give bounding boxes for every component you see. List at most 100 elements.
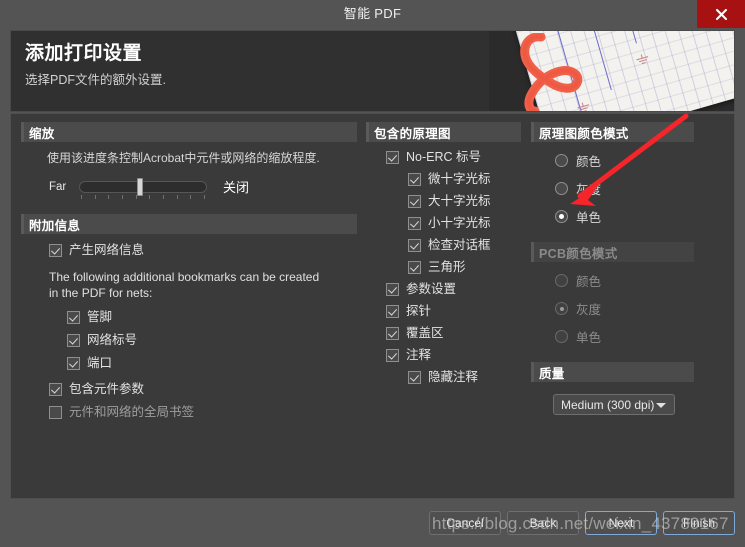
- checkbox-indicator[interactable]: [386, 326, 399, 340]
- next-button[interactable]: Next: [585, 511, 657, 535]
- radio-label: 灰度: [576, 183, 602, 197]
- radio-sch-monochrome[interactable]: 单色: [555, 207, 694, 226]
- checkbox-net-labels[interactable]: 网络标号: [67, 333, 357, 347]
- section-title: 原理图颜色模式: [539, 126, 629, 141]
- checkbox-indicator[interactable]: [408, 370, 421, 384]
- section-title: PCB颜色模式: [539, 246, 618, 261]
- checkbox-indicator[interactable]: [67, 310, 80, 324]
- checkbox-label: 网络标号: [87, 333, 138, 347]
- checkbox-label: 产生网络信息: [69, 243, 145, 257]
- header-banner: 添加打印设置 选择PDF文件的额外设置.: [10, 30, 735, 112]
- section-header-additional: 附加信息: [21, 214, 357, 234]
- checkbox-indicator[interactable]: [408, 260, 421, 274]
- checkbox-label: 隐藏注释: [428, 370, 479, 384]
- radio-label: 单色: [576, 211, 602, 225]
- section-header-schematics: 包含的原理图: [366, 122, 521, 142]
- page-subtitle: 选择PDF文件的额外设置.: [25, 73, 166, 87]
- back-button[interactable]: Back: [507, 511, 579, 535]
- bookmark-note: The following additional bookmarks can b…: [49, 270, 320, 300]
- section-title: 质量: [539, 366, 565, 381]
- checkbox-small-crosshair[interactable]: 小十字光标: [408, 216, 521, 230]
- checkbox-indicator[interactable]: [408, 216, 421, 230]
- right-column: 原理图颜色模式 颜色 灰度 单色 PCB颜色模式 颜色 灰度 单色 质量 Med…: [531, 114, 694, 415]
- radio-sch-color[interactable]: 颜色: [555, 151, 694, 170]
- checkbox-indicator[interactable]: [386, 304, 399, 318]
- checkbox-indicator[interactable]: [386, 150, 399, 164]
- checkbox-indicator[interactable]: [67, 333, 80, 347]
- checkbox-label: 注释: [406, 348, 432, 362]
- checkbox-indicator[interactable]: [408, 238, 421, 252]
- checkbox-label: 管脚: [87, 310, 113, 324]
- checkbox-label: 端口: [87, 356, 113, 370]
- title-bar: 智能 PDF: [0, 0, 745, 28]
- checkbox-label: 包含元件参数: [69, 382, 145, 396]
- checkbox-micro-crosshair[interactable]: 微十字光标: [408, 172, 521, 186]
- radio-label: 灰度: [576, 303, 602, 317]
- checkbox-label: No-ERC 标号: [406, 150, 482, 164]
- checkbox-hidden-note[interactable]: 隐藏注释: [408, 370, 521, 384]
- window-title: 智能 PDF: [343, 6, 402, 21]
- checkbox-indicator[interactable]: [67, 356, 80, 370]
- checkbox-label: 元件和网络的全局书签: [69, 405, 195, 419]
- slider-ticks: [81, 194, 205, 199]
- checkbox-ports[interactable]: 端口: [67, 356, 357, 370]
- section-header-sch-color-mode: 原理图颜色模式: [531, 122, 694, 142]
- checkbox-indicator[interactable]: [408, 172, 421, 186]
- section-title: 包含的原理图: [374, 126, 451, 141]
- checkbox-indicator[interactable]: [386, 282, 399, 296]
- close-x-icon: [715, 8, 727, 20]
- checkbox-label: 检查对话框: [428, 238, 491, 252]
- checkbox-large-crosshair[interactable]: 大十字光标: [408, 194, 521, 208]
- checkbox-label: 覆盖区: [406, 326, 444, 340]
- radio-indicator[interactable]: [555, 154, 568, 167]
- checkbox-label: 微十字光标: [428, 172, 491, 186]
- zoom-slider-row: Far 关闭: [49, 177, 357, 199]
- radio-indicator: [555, 302, 568, 315]
- cancel-button[interactable]: Cancel: [429, 511, 501, 535]
- checkbox-indicator[interactable]: [49, 382, 62, 396]
- quality-dropdown[interactable]: Medium (300 dpi): [553, 394, 675, 415]
- checkbox-indicator[interactable]: [386, 348, 399, 362]
- page-title: 添加打印设置: [25, 43, 143, 64]
- smart-pdf-dialog: 智能 PDF 添加打印设置 选择PDF文件的额外设置. 缩放 使用该进度条控制A…: [0, 0, 745, 547]
- checkbox-triangle[interactable]: 三角形: [408, 260, 521, 274]
- header-text-group: 添加打印设置 选择PDF文件的额外设置.: [25, 41, 166, 90]
- settings-panel: 缩放 使用该进度条控制Acrobat中元件或网络的缩放程度. Far 关闭 附加…: [10, 113, 735, 499]
- checkbox-probe[interactable]: 探针: [386, 304, 521, 318]
- slider-thumb[interactable]: [137, 177, 143, 196]
- section-header-pcb-color-mode: PCB颜色模式: [531, 242, 694, 262]
- radio-indicator[interactable]: [555, 182, 568, 195]
- radio-pcb-grayscale: 灰度: [555, 299, 694, 318]
- checkbox-include-component-params[interactable]: 包含元件参数: [49, 382, 357, 396]
- checkbox-blanket[interactable]: 覆盖区: [386, 326, 521, 340]
- checkbox-parameter-settings[interactable]: 参数设置: [386, 282, 521, 296]
- section-header-quality: 质量: [531, 362, 694, 382]
- radio-label: 单色: [576, 331, 602, 345]
- close-button[interactable]: [697, 0, 745, 28]
- radio-pcb-color: 颜色: [555, 271, 694, 290]
- section-title: 附加信息: [29, 218, 81, 233]
- chevron-down-icon[interactable]: [656, 402, 666, 408]
- button-group: Cancel Back Next Finish: [429, 511, 735, 535]
- section-header-zoom: 缩放: [21, 122, 357, 142]
- slider-min-label: Far: [49, 180, 67, 193]
- checkbox-check-dialog[interactable]: 检查对话框: [408, 238, 521, 252]
- checkbox-generate-net-info[interactable]: 产生网络信息: [49, 243, 357, 257]
- checkbox-no-erc[interactable]: No-ERC 标号: [386, 150, 521, 164]
- zoom-description: 使用该进度条控制Acrobat中元件或网络的缩放程度.: [47, 151, 320, 165]
- checkbox-indicator[interactable]: [408, 194, 421, 208]
- radio-label: 颜色: [576, 155, 602, 169]
- radio-indicator[interactable]: [555, 210, 568, 223]
- checkbox-pins[interactable]: 管脚: [67, 310, 357, 324]
- checkbox-global-bookmarks[interactable]: 元件和网络的全局书签: [49, 405, 357, 419]
- radio-sch-grayscale[interactable]: 灰度: [555, 179, 694, 198]
- slider-track[interactable]: [79, 180, 207, 193]
- checkbox-indicator[interactable]: [49, 405, 62, 419]
- section-title: 缩放: [29, 126, 55, 141]
- checkbox-note[interactable]: 注释: [386, 348, 521, 362]
- checkbox-label: 探针: [406, 304, 432, 318]
- checkbox-indicator[interactable]: [49, 243, 62, 257]
- zoom-slider[interactable]: [79, 177, 207, 199]
- radio-pcb-monochrome: 单色: [555, 327, 694, 346]
- finish-button[interactable]: Finish: [663, 511, 735, 535]
